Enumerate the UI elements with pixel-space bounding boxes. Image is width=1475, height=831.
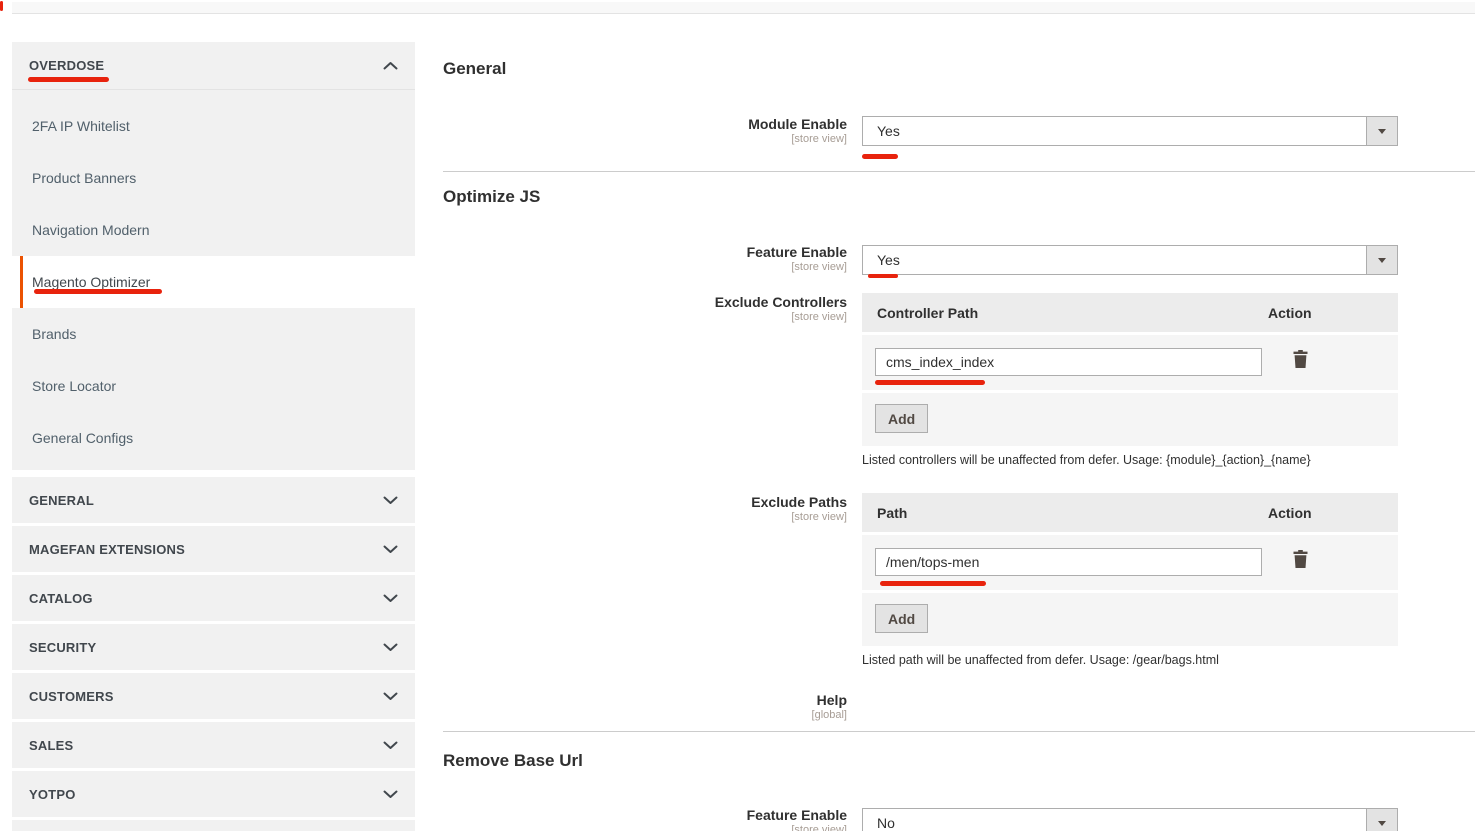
overdose-items-group: 2FA IP Whitelist Product Banners Navigat… [12, 90, 415, 470]
scope-label: [store view] [443, 261, 847, 274]
chevron-down-icon [383, 790, 398, 799]
sidebar-item-label: Magento Optimizer [32, 274, 150, 290]
table-header: Controller Path Action [862, 293, 1398, 332]
column-header-action: Action [1268, 505, 1312, 521]
sidebar-item-magento-optimizer[interactable]: Magento Optimizer [12, 256, 415, 308]
column-header-action: Action [1268, 305, 1312, 321]
feature-enable-label: Feature Enable [store view] [443, 245, 847, 274]
caret-down-icon [1378, 258, 1386, 263]
delete-row-button[interactable] [1292, 549, 1309, 572]
table-header: Path Action [862, 493, 1398, 532]
caret-down-icon [1378, 129, 1386, 134]
chevron-down-icon [383, 643, 398, 652]
sidebar-section-yotpo[interactable]: YOTPO [12, 771, 415, 817]
sidebar-section-sales[interactable]: SALES [12, 722, 415, 768]
select-value: Yes [877, 123, 900, 139]
table-add-row: Add [862, 593, 1398, 646]
dropdown-arrow-button[interactable] [1366, 246, 1397, 274]
section-title-general: General [443, 59, 506, 79]
caret-down-icon [1378, 821, 1386, 826]
annotation-underline-overdose [28, 77, 109, 82]
scope-label: [store view] [443, 311, 847, 324]
trash-icon [1292, 549, 1309, 569]
exclude-controllers-table: Controller Path Action Add [862, 293, 1398, 446]
feature-enable-select[interactable]: Yes [862, 245, 1398, 275]
exclude-paths-label: Exclude Paths [store view] [443, 495, 847, 524]
sidebar-item-product-banners[interactable]: Product Banners [12, 152, 415, 204]
chevron-down-icon [383, 594, 398, 603]
select-value: No [877, 815, 895, 831]
annotation-underline-feature-yes [868, 274, 898, 278]
sidebar-item-label: Product Banners [32, 170, 136, 186]
column-header-path: Path [862, 505, 1268, 521]
section-divider [443, 171, 1475, 172]
sidebar-section-general[interactable]: GENERAL [12, 477, 415, 523]
annotation-mark-top-left [0, 1, 3, 11]
column-header-controller-path: Controller Path [862, 305, 1268, 321]
sidebar-section-security[interactable]: SECURITY [12, 624, 415, 670]
dropdown-arrow-button[interactable] [1366, 809, 1397, 831]
config-nav-sidebar: OVERDOSE 2FA IP Whitelist Product Banner… [12, 42, 415, 831]
annotation-underline-cms-index-index [875, 380, 985, 385]
annotation-underline-module-yes [862, 154, 898, 159]
module-enable-label: Module Enable [store view] [443, 117, 847, 146]
chevron-down-icon [383, 692, 398, 701]
scope-label: [store view] [443, 133, 847, 146]
trash-icon [1292, 349, 1309, 369]
config-page: OVERDOSE 2FA IP Whitelist Product Banner… [0, 0, 1475, 831]
sidebar-item-navigation-modern[interactable]: Navigation Modern [12, 204, 415, 256]
controller-path-input[interactable] [875, 348, 1262, 376]
remove-feature-enable-select[interactable]: No [862, 808, 1398, 831]
module-enable-select[interactable]: Yes [862, 116, 1398, 146]
sidebar-item-label: Store Locator [32, 378, 116, 394]
sidebar-item-label: 2FA IP Whitelist [32, 118, 130, 134]
scope-label: [store view] [443, 511, 847, 524]
annotation-underline-men-tops-men [880, 581, 986, 586]
top-bar [12, 2, 1475, 14]
chevron-down-icon [383, 741, 398, 750]
path-input[interactable] [875, 548, 1262, 576]
dropdown-arrow-button[interactable] [1366, 117, 1397, 145]
chevron-down-icon [383, 496, 398, 505]
add-controller-button[interactable]: Add [875, 404, 928, 433]
add-path-button[interactable]: Add [875, 604, 928, 633]
sidebar-section-magefan-extensions[interactable]: MAGEFAN EXTENSIONS [12, 526, 415, 572]
sidebar-item-label: General Configs [32, 430, 133, 446]
exclude-controllers-label: Exclude Controllers [store view] [443, 295, 847, 324]
scope-label: [global] [443, 709, 847, 722]
active-indicator [20, 256, 23, 308]
remove-feature-enable-label: Feature Enable [store view] [443, 808, 847, 831]
help-label: Help [global] [443, 693, 847, 722]
sidebar-item-label: Brands [32, 326, 76, 342]
exclude-paths-note: Listed path will be unaffected from defe… [862, 653, 1219, 667]
sidebar-item-2fa-ip-whitelist[interactable]: 2FA IP Whitelist [12, 100, 415, 152]
chevron-down-icon [383, 545, 398, 554]
chevron-up-icon [383, 61, 398, 70]
exclude-controllers-note: Listed controllers will be unaffected fr… [862, 453, 1311, 467]
sidebar-section-overdose[interactable]: OVERDOSE [12, 42, 415, 90]
section-divider [443, 731, 1475, 732]
section-title-optimize-js: Optimize JS [443, 187, 540, 207]
exclude-paths-table: Path Action Add [862, 493, 1398, 646]
annotation-underline-magento-optimizer [34, 289, 162, 294]
sidebar-item-label: Navigation Modern [32, 222, 150, 238]
sidebar-section-catalog[interactable]: CATALOG [12, 575, 415, 621]
table-add-row: Add [862, 393, 1398, 446]
select-value: Yes [877, 252, 900, 268]
sidebar-section-customers[interactable]: CUSTOMERS [12, 673, 415, 719]
sidebar-section-partial[interactable] [12, 820, 415, 831]
sidebar-item-general-configs[interactable]: General Configs [12, 412, 415, 464]
sidebar-item-store-locator[interactable]: Store Locator [12, 360, 415, 412]
section-title: OVERDOSE [29, 58, 104, 73]
sidebar-item-brands[interactable]: Brands [12, 308, 415, 360]
scope-label: [store view] [443, 824, 847, 831]
section-title-remove-base-url: Remove Base Url [443, 751, 583, 771]
delete-row-button[interactable] [1292, 349, 1309, 372]
